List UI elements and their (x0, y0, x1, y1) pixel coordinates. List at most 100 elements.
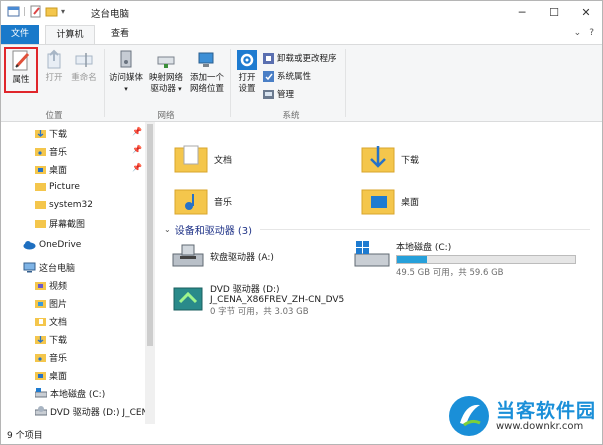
map-drive-label-1: 映射网络 (148, 73, 183, 83)
nav-item-system32[interactable]: system32 (35, 199, 93, 210)
nav-label: Picture (49, 181, 80, 192)
watermark-logo-icon (448, 396, 489, 436)
nav-label: 本地磁盘 (C:) (50, 390, 106, 400)
nav-item-this-pc[interactable]: 这台电脑 (23, 261, 75, 274)
new-folder-qat-icon[interactable] (45, 5, 58, 18)
qat-separator: | (23, 6, 27, 17)
pin-icon[interactable]: 📌 (132, 145, 142, 154)
windows-drive-icon (354, 241, 390, 267)
group-divider (260, 229, 590, 230)
download-folder-icon (35, 336, 46, 344)
nav-item-picture[interactable]: Picture (35, 181, 80, 192)
explorer-app-icon (7, 5, 20, 18)
access-media-label: 访问媒体 (108, 73, 143, 83)
devices-group-header[interactable]: ⌄ 设备和驱动器 (3) (164, 222, 252, 237)
nav-item-desktop-pc[interactable]: 桌面 (35, 369, 67, 382)
open-button[interactable]: 打开 (41, 49, 67, 84)
nav-item-music-pc[interactable]: 音乐 (35, 351, 67, 364)
manage-label: 管理 (277, 90, 295, 100)
properties-button[interactable]: 属性 (4, 47, 38, 93)
open-label: 打开 (45, 73, 63, 83)
folder-desktop[interactable]: 桌面 (361, 184, 419, 218)
system-properties-icon (263, 70, 274, 82)
manage-button[interactable]: 管理 (263, 88, 294, 100)
nav-item-videos[interactable]: 视频 (35, 279, 67, 292)
nav-item-onedrive[interactable]: OneDrive (23, 239, 81, 250)
devices-header-label: 设备和驱动器 (3) (174, 226, 253, 237)
drive-floppy[interactable]: 软盘驱动器 (A:) (172, 242, 274, 270)
drive-usage-bar (396, 255, 576, 264)
nav-label: 桌面 (49, 166, 68, 176)
nav-item-music[interactable]: 音乐 (35, 145, 67, 158)
nav-item-downloads-pc[interactable]: 下载 (35, 333, 67, 346)
tab-file[interactable]: 文件 (1, 25, 39, 44)
nav-item-desktop[interactable]: 桌面 (35, 163, 67, 176)
item-count: 9 个项目 (7, 431, 43, 441)
system-properties-button[interactable]: 系统属性 (263, 70, 311, 82)
quick-access-toolbar: | ▾ (7, 5, 65, 18)
pin-icon[interactable]: 📌 (132, 163, 142, 172)
nav-scrollbar-thumb[interactable] (147, 124, 153, 346)
documents-folder-icon (174, 145, 208, 173)
local-drive-info: 本地磁盘 (C:) 49.5 GB 可用，共 59.6 GB (396, 240, 576, 278)
minimize-button[interactable]: ─ (506, 1, 538, 23)
folder-music[interactable]: 音乐 (174, 184, 232, 218)
folder-icon (35, 183, 46, 191)
local-disk-icon (35, 388, 47, 398)
folder-documents[interactable]: 文档 (174, 142, 232, 176)
add-network-location-button[interactable]: 添加一个 网络位置 (186, 49, 228, 95)
nav-scrollbar[interactable] (145, 122, 155, 424)
drive-label: 软盘驱动器 (A:) (210, 252, 274, 263)
folder-label: 文档 (214, 155, 233, 166)
nav-label: 音乐 (49, 148, 68, 158)
help-icon[interactable]: ? (589, 28, 594, 38)
music-folder-icon (174, 189, 208, 215)
watermark-text: 当客软件园 www.downkr.com (496, 401, 596, 432)
properties-qat-icon[interactable] (29, 5, 42, 18)
nav-item-downloads[interactable]: 下载 (35, 127, 67, 140)
nav-item-dvd-drive[interactable]: DVD 驱动器 (D:) J_CEN (35, 405, 148, 418)
map-network-drive-button[interactable]: 映射网络 驱动器 ▾ (146, 49, 186, 95)
rename-label: 重命名 (71, 73, 97, 83)
folder-label: 音乐 (214, 197, 233, 208)
folder-downloads[interactable]: 下载 (361, 142, 419, 176)
pictures-folder-icon (35, 300, 46, 308)
access-media-dropdown-icon: ▾ (124, 85, 128, 93)
dvd-drive-info: DVD 驱动器 (D:) J_CENA_X86FREV_ZH-CN_DV5 0 … (210, 282, 344, 317)
nav-label: 图片 (49, 300, 68, 310)
tab-view[interactable]: 查看 (101, 25, 139, 44)
drive-free-space: 49.5 GB 可用，共 59.6 GB (396, 268, 504, 278)
close-button[interactable]: ✕ (570, 1, 602, 23)
nav-item-pictures[interactable]: 图片 (35, 297, 67, 310)
nav-item-documents[interactable]: 文档 (35, 315, 67, 328)
rename-button[interactable]: 重命名 (67, 49, 101, 84)
nav-label: 音乐 (49, 354, 68, 364)
dvd-volume-label: J_CENA_X86FREV_ZH-CN_DV5 (210, 295, 345, 305)
drive-dvd-d[interactable]: DVD 驱动器 (D:) J_CENA_X86FREV_ZH-CN_DV5 0 … (172, 282, 344, 317)
ribbon-separator (345, 49, 346, 117)
nav-label: OneDrive (39, 239, 82, 250)
drive-local-c[interactable]: 本地磁盘 (C:) 49.5 GB 可用，共 59.6 GB (354, 240, 576, 278)
nav-item-screenshots[interactable]: 屏幕截图 (35, 217, 85, 230)
collapse-chevron-icon[interactable]: ⌄ (164, 225, 171, 234)
desktop-folder-icon (361, 189, 395, 215)
properties-icon (12, 50, 30, 71)
open-settings-label-1: 打开 (238, 73, 256, 83)
open-settings-button[interactable]: 打开 设置 (233, 49, 261, 95)
ribbon-separator (230, 49, 231, 117)
tab-computer[interactable]: 计算机 (45, 25, 95, 44)
add-location-label-1: 添加一个 (189, 73, 224, 83)
qat-dropdown-icon[interactable]: ▾ (61, 7, 65, 16)
ribbon-tabs: 文件 计算机 查看 ⌄ ? (1, 25, 602, 44)
maximize-button[interactable]: ☐ (538, 1, 570, 23)
network-location-icon (198, 52, 214, 67)
map-drive-dropdown-icon: ▾ (175, 85, 182, 93)
uninstall-program-button[interactable]: 卸载或更改程序 (263, 52, 337, 64)
pin-icon[interactable]: 📌 (132, 127, 142, 136)
expand-ribbon-icon[interactable]: ⌄ (574, 28, 582, 38)
navigation-pane: 下载 📌 音乐 📌 桌面 📌 Picture system32 屏幕截图 One… (1, 122, 148, 424)
music-folder-icon (35, 148, 46, 156)
watermark-brand: 当客软件园 (495, 399, 596, 422)
nav-item-local-disk[interactable]: 本地磁盘 (C:) (35, 387, 105, 400)
access-media-button[interactable]: 访问媒体 ▾ (106, 49, 146, 95)
